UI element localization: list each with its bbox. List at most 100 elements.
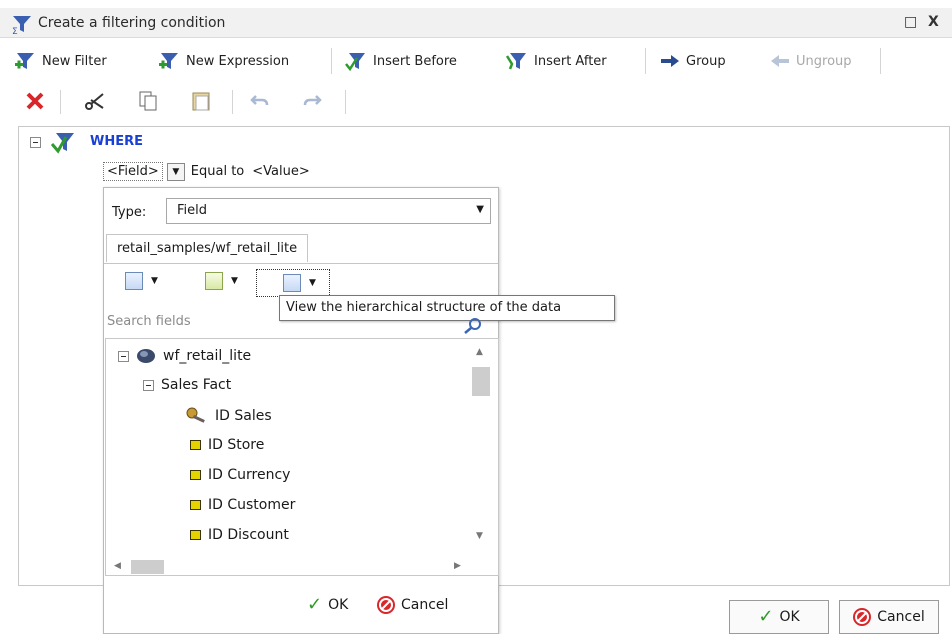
hierarchy-view-icon — [283, 274, 301, 292]
condition-row: <Field> ▼ Equal to <Value> — [103, 162, 310, 181]
paste-icon — [192, 92, 210, 111]
close-button[interactable]: X — [928, 14, 939, 30]
undo-button[interactable] — [250, 92, 270, 114]
tree-collapse-toggle[interactable] — [143, 379, 154, 391]
tree-item-id-sales[interactable]: ID Sales — [186, 407, 272, 425]
tree-collapse-toggle[interactable] — [118, 350, 129, 362]
svg-text:Σ: Σ — [12, 27, 18, 34]
dialog-ok-button[interactable]: ✓ OK — [729, 600, 829, 634]
tree-group-sales-fact[interactable]: Sales Fact — [143, 377, 231, 393]
horizontal-scroll-thumb[interactable] — [131, 560, 164, 574]
view-hierarchy-button[interactable]: ▼ — [256, 269, 330, 297]
field-tree[interactable]: wf_retail_lite Sales Fact ID Sales ID St… — [105, 338, 499, 576]
edit-toolbar — [0, 82, 952, 118]
tree-item-label: ID Store — [208, 437, 265, 453]
restore-button[interactable]: □ — [904, 14, 917, 30]
tree-vertical-scrollbar[interactable]: ▲ ▼ — [470, 339, 490, 557]
tab-retail-samples[interactable]: retail_samples/wf_retail_lite — [106, 234, 309, 262]
cube-icon — [137, 349, 155, 363]
vertical-scroll-thumb[interactable] — [472, 367, 490, 396]
dialog-ok-label: OK — [779, 609, 800, 625]
tree-item-id-discount[interactable]: ID Discount — [190, 527, 289, 543]
tree-item-id-currency[interactable]: ID Currency — [190, 467, 290, 483]
popup-cancel-button[interactable]: Cancel — [377, 596, 448, 614]
cancel-icon — [853, 608, 872, 626]
insert-before-button[interactable]: Insert Before — [345, 44, 457, 78]
dialog-title: Create a filtering condition — [38, 15, 226, 31]
ungroup-label: Ungroup — [796, 53, 852, 69]
new-expression-label: New Expression — [186, 53, 290, 69]
copy-button[interactable] — [137, 90, 159, 116]
type-select[interactable]: Field ▼ — [166, 198, 491, 224]
search-fields-input[interactable]: Search fields — [107, 314, 191, 329]
key-icon — [186, 407, 205, 423]
checkmark-icon: ✓ — [307, 594, 323, 615]
delete-button[interactable] — [24, 90, 46, 116]
insert-before-icon — [345, 53, 365, 72]
value-placeholder[interactable]: <Value> — [252, 164, 309, 179]
cancel-icon — [377, 596, 395, 614]
field-dropdown-button[interactable]: ▼ — [166, 162, 185, 181]
columns-view-icon — [205, 272, 223, 290]
insert-after-icon — [506, 53, 526, 70]
filter-funnel-icon: Σ — [12, 14, 32, 38]
dimension-field-icon — [190, 470, 201, 480]
field-placeholder[interactable]: <Field> — [103, 162, 163, 181]
arrow-right-icon — [661, 55, 679, 67]
toolbar-separator — [331, 48, 332, 74]
checkmark-icon: ✓ — [758, 606, 774, 627]
new-filter-button[interactable]: New Filter — [14, 44, 107, 78]
tree-item-id-store[interactable]: ID Store — [190, 437, 264, 453]
tree-group-label: Sales Fact — [161, 377, 232, 393]
scroll-down-icon[interactable]: ▼ — [476, 531, 483, 541]
view-columns-button[interactable]: ▼ — [205, 272, 238, 290]
popup-cancel-label: Cancel — [401, 597, 449, 613]
new-filter-label: New Filter — [42, 53, 107, 69]
dimension-field-icon — [190, 440, 201, 450]
small-dropdown-arrow-icon: ▼ — [309, 278, 316, 288]
insert-after-button[interactable]: Insert After — [506, 44, 607, 78]
undo-icon — [250, 95, 269, 106]
dialog-cancel-button[interactable]: Cancel — [839, 600, 939, 634]
search-icon[interactable] — [462, 318, 482, 338]
triangle-down-icon: ▼ — [172, 166, 180, 177]
tree-root[interactable]: wf_retail_lite — [118, 347, 251, 365]
tree-root-label: wf_retail_lite — [163, 348, 252, 364]
ungroup-button[interactable]: Ungroup — [770, 44, 852, 78]
where-collapse-toggle[interactable] — [30, 137, 41, 148]
toolbar-separator — [60, 90, 61, 114]
tab-panel-divider — [104, 263, 498, 264]
tree-horizontal-scrollbar[interactable]: ◀ ▶ — [106, 557, 480, 575]
tree-item-label: ID Customer — [208, 497, 296, 513]
arrow-left-icon — [771, 55, 789, 67]
scroll-right-icon[interactable]: ▶ — [454, 561, 461, 571]
operator-label[interactable]: Equal to — [191, 164, 244, 179]
tree-item-label: ID Sales — [215, 408, 272, 424]
group-button[interactable]: Group — [660, 44, 726, 78]
type-select-value: Field — [177, 203, 208, 218]
scroll-left-icon[interactable]: ◀ — [114, 561, 121, 571]
group-label: Group — [686, 53, 726, 69]
delete-x-icon — [26, 92, 44, 110]
new-filter-icon — [15, 53, 34, 69]
toolbar-separator — [345, 90, 346, 114]
popup-ok-button[interactable]: ✓ OK — [307, 596, 348, 614]
dimension-field-icon — [190, 530, 201, 540]
new-expression-icon — [159, 53, 178, 69]
list-view-icon — [125, 272, 143, 290]
redo-icon — [303, 95, 322, 106]
cut-button[interactable] — [84, 90, 106, 116]
small-dropdown-arrow-icon: ▼ — [151, 276, 158, 286]
dialog-cancel-label: Cancel — [877, 609, 925, 625]
insert-after-label: Insert After — [534, 53, 607, 69]
where-label[interactable]: WHERE — [90, 134, 143, 149]
view-list-button[interactable]: ▼ — [125, 272, 158, 290]
type-label: Type: — [112, 205, 147, 220]
toolbar-separator — [232, 90, 233, 114]
scroll-up-icon[interactable]: ▲ — [476, 347, 483, 357]
paste-button[interactable] — [190, 90, 212, 116]
tree-item-label: ID Discount — [208, 527, 289, 543]
redo-button[interactable] — [302, 92, 322, 114]
tree-item-id-customer[interactable]: ID Customer — [190, 497, 295, 513]
new-expression-button[interactable]: New Expression — [158, 44, 289, 78]
